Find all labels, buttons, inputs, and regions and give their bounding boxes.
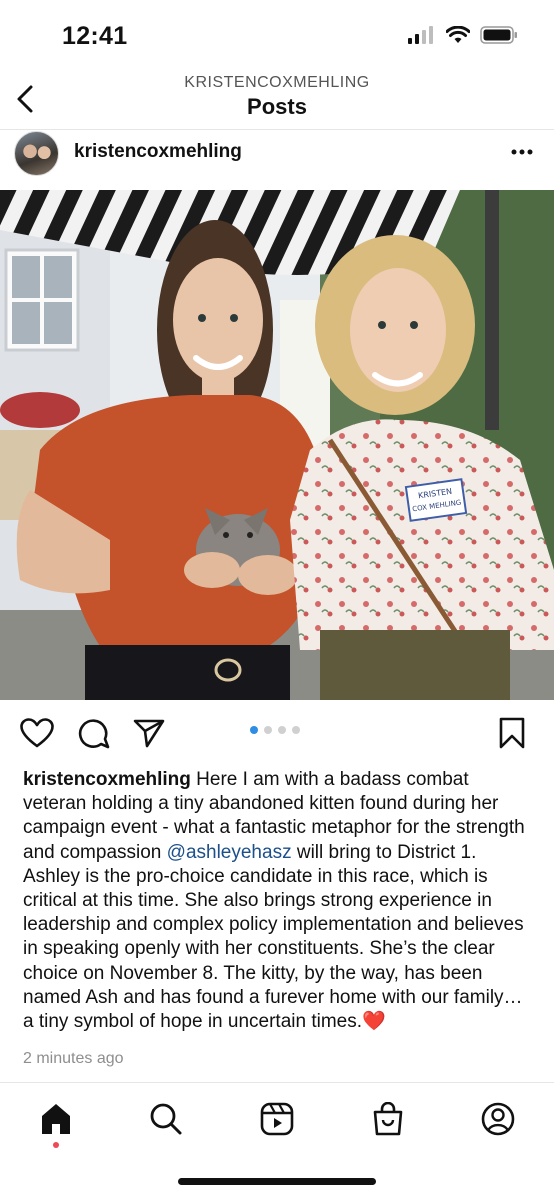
carousel-dot bbox=[264, 726, 272, 734]
profile-icon bbox=[481, 1102, 515, 1136]
wifi-icon bbox=[446, 26, 470, 43]
battery-icon bbox=[480, 26, 517, 44]
share-button[interactable] bbox=[132, 716, 166, 750]
carousel-dot bbox=[292, 726, 300, 734]
post-photo[interactable]: KRISTEN COX MEHLING bbox=[0, 190, 554, 700]
status-bar: 12:41 bbox=[0, 0, 554, 70]
caption-username[interactable]: kristencoxmehling bbox=[23, 769, 191, 790]
page-header: KRISTENCOXMEHLING Posts bbox=[0, 70, 554, 130]
like-button[interactable] bbox=[20, 716, 54, 750]
more-options-button[interactable] bbox=[510, 140, 534, 164]
avatar[interactable] bbox=[14, 131, 59, 176]
carousel-dot bbox=[278, 726, 286, 734]
post-actions bbox=[0, 700, 554, 766]
nav-search[interactable] bbox=[146, 1099, 186, 1139]
save-button[interactable] bbox=[495, 716, 529, 750]
page-title: Posts bbox=[247, 94, 307, 119]
comment-icon bbox=[78, 719, 110, 749]
nav-profile[interactable] bbox=[478, 1099, 518, 1139]
paper-plane-icon bbox=[133, 719, 165, 748]
carousel-dot-active bbox=[250, 726, 258, 734]
reels-icon bbox=[260, 1102, 294, 1136]
search-icon bbox=[150, 1103, 182, 1135]
bookmark-icon bbox=[499, 717, 525, 749]
heart-icon bbox=[20, 718, 54, 748]
ellipsis-icon bbox=[511, 149, 533, 155]
home-icon bbox=[42, 1104, 70, 1134]
header-account-name: KRISTENCOXMEHLING bbox=[184, 74, 370, 91]
caption-text: will bring to District 1. Ashley is the … bbox=[23, 841, 524, 1033]
photo-illustration: KRISTEN COX MEHLING bbox=[0, 190, 554, 700]
caption-mention-link[interactable]: @ashleyehasz bbox=[167, 842, 292, 863]
status-icons bbox=[408, 26, 518, 44]
comment-button[interactable] bbox=[77, 716, 111, 750]
nav-shop[interactable] bbox=[368, 1099, 408, 1139]
post-timestamp: 2 minutes ago bbox=[23, 1050, 124, 1067]
status-time: 12:41 bbox=[62, 22, 128, 50]
notification-dot bbox=[53, 1142, 59, 1148]
carousel-indicator bbox=[250, 726, 300, 734]
cellular-signal-icon bbox=[408, 26, 433, 44]
home-indicator bbox=[178, 1178, 376, 1185]
post-caption: kristencoxmehling Here I am with a badas… bbox=[23, 768, 535, 1034]
nav-reels[interactable] bbox=[257, 1099, 297, 1139]
nav-home[interactable] bbox=[36, 1099, 76, 1139]
heart-emoji: ❤️ bbox=[362, 1011, 386, 1033]
name-tag: KRISTEN COX MEHLING bbox=[404, 478, 468, 522]
post-header: kristencoxmehling bbox=[0, 130, 554, 190]
post-username[interactable]: kristencoxmehling bbox=[74, 141, 242, 163]
shop-icon bbox=[373, 1102, 403, 1136]
